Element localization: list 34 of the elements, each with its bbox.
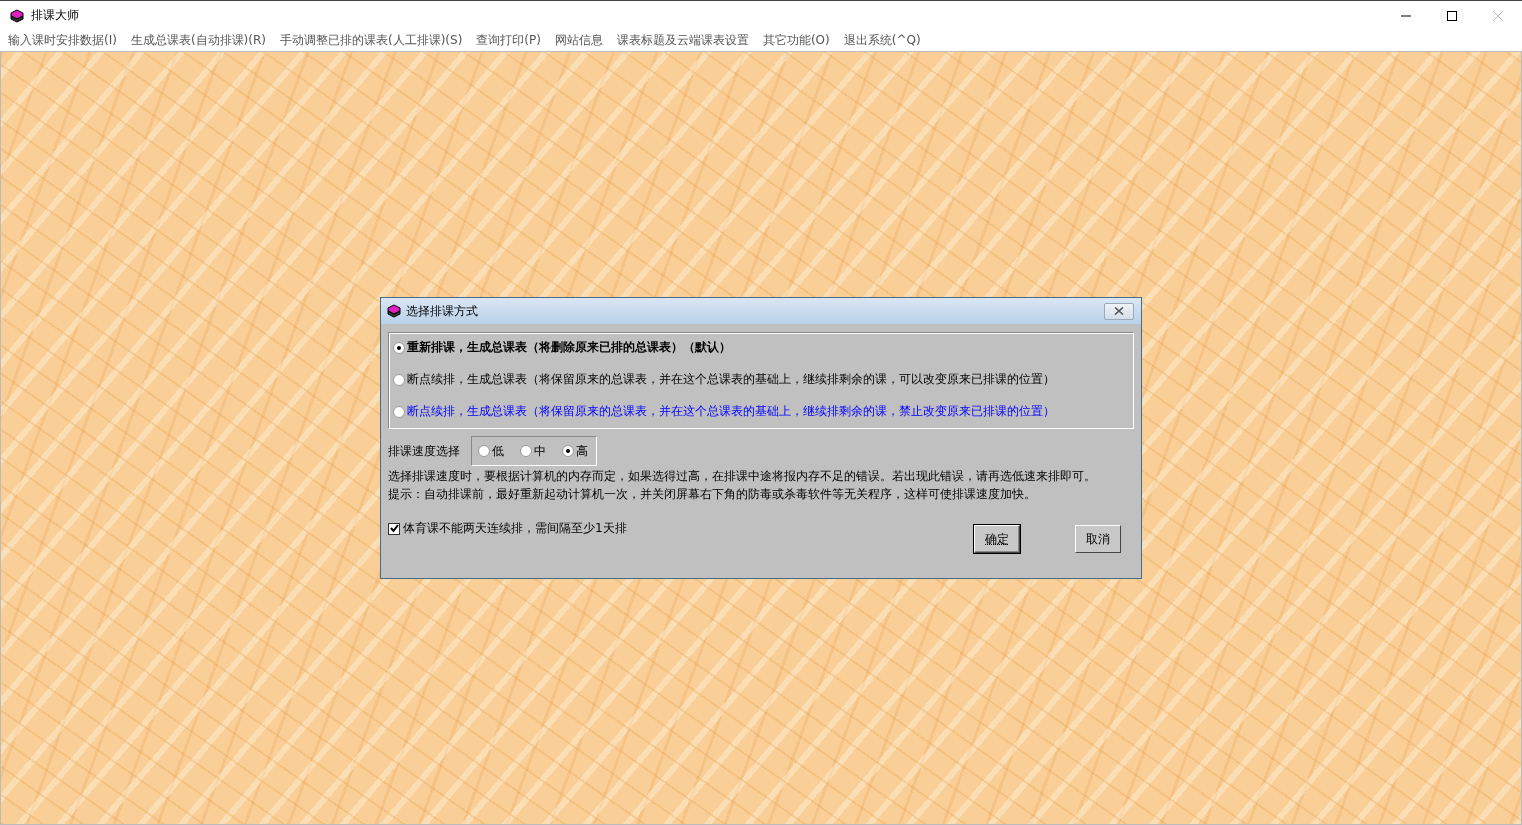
books-icon bbox=[9, 7, 25, 24]
menu-item[interactable]: 查询打印(P) bbox=[476, 32, 541, 49]
window-title: 排课大师 bbox=[31, 7, 79, 24]
radio-button[interactable] bbox=[393, 405, 405, 418]
radio-label[interactable]: 高 bbox=[576, 442, 588, 460]
speed-label: 排课速度选择 bbox=[388, 442, 460, 460]
radio-label[interactable]: 断点续排，生成总课表（将保留原来的总课表，并在这个总课表的基础上，继续排剩余的课，禁止改变原来已排课的位置） bbox=[407, 403, 1055, 420]
checkbox[interactable] bbox=[388, 522, 400, 535]
menu-item[interactable]: 手动调整已排的课表(人工排课)(S) bbox=[280, 32, 463, 49]
dialog-title: 选择排课方式 bbox=[406, 302, 478, 320]
radio-label[interactable]: 低 bbox=[492, 442, 504, 460]
note-text: 选择排课速度时，要根据计算机的内存而定，如果选得过高，在排课中途将报内存不足的错误。若出现此错误，请再选低速来排即可。 bbox=[388, 469, 1097, 484]
books-icon bbox=[386, 303, 402, 319]
ok-button[interactable]: 确定 bbox=[974, 525, 1020, 553]
radio-button[interactable] bbox=[562, 445, 574, 457]
close-icon bbox=[1114, 307, 1124, 315]
radio-label[interactable]: 中 bbox=[534, 442, 546, 460]
radio-label[interactable]: 重新排课，生成总课表（将删除原来已排的总课表）（默认） bbox=[407, 339, 731, 356]
radio-button[interactable] bbox=[393, 373, 405, 386]
radio-button[interactable] bbox=[520, 445, 532, 457]
radio-button[interactable] bbox=[393, 341, 405, 354]
checkbox-label[interactable]: 体育课不能两天连续排，需间隔至少1天排 bbox=[403, 520, 627, 537]
menu-item[interactable]: 输入课时安排数据(I) bbox=[8, 32, 117, 49]
note-text: 提示：自动排课前，最好重新起动计算机一次，并关闭屏幕右下角的防毒或杀毒软件等无关程序，这样可使排课速度加快。 bbox=[388, 487, 1037, 502]
close-button[interactable] bbox=[1104, 302, 1134, 320]
menu-item[interactable]: 生成总课表(自动排课)(R) bbox=[130, 32, 266, 49]
maximize-icon[interactable] bbox=[1446, 9, 1458, 22]
menu-item[interactable]: 网站信息 bbox=[554, 32, 603, 49]
radio-button[interactable] bbox=[478, 445, 490, 457]
cancel-button[interactable]: 取消 bbox=[1075, 525, 1121, 553]
menu-item[interactable]: 退出系统(^Q) bbox=[843, 32, 921, 49]
menu-item[interactable]: 其它功能(O) bbox=[762, 32, 830, 49]
menu-item[interactable]: 课表标题及云端课表设置 bbox=[616, 32, 749, 49]
radio-label[interactable]: 断点续排，生成总课表（将保留原来的总课表，并在这个总课表的基础上，继续排剩余的课，可以改变原来已排课的位置） bbox=[407, 371, 1055, 388]
